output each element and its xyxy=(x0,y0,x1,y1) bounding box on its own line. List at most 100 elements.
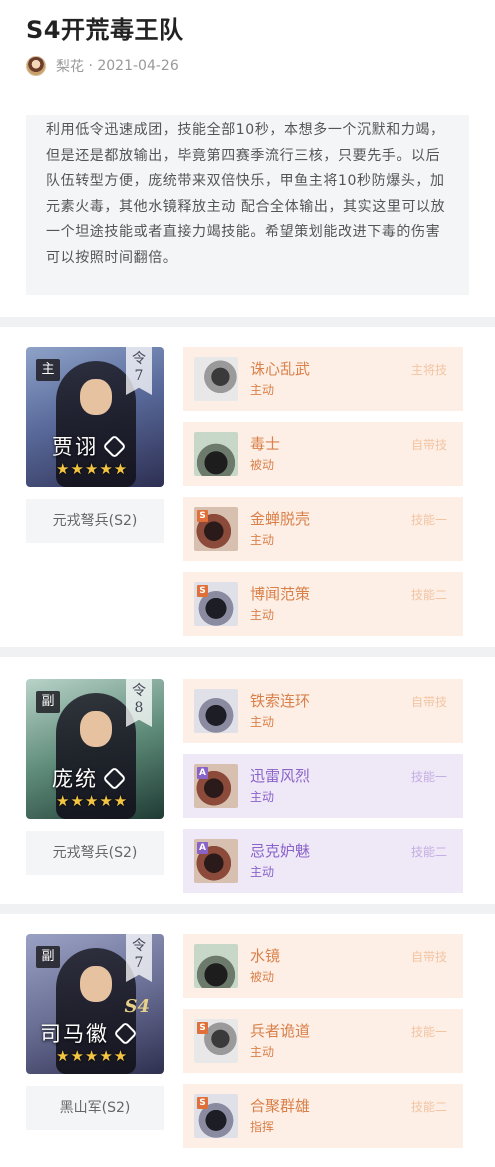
skill-slot-tag: 技能二 xyxy=(410,845,447,859)
skill-item[interactable]: 毒士 被动 自带技 xyxy=(183,422,463,486)
skill-type: 被动 xyxy=(250,458,275,472)
star-rating: ★★★★★ xyxy=(56,460,129,478)
author-name[interactable]: 梨花 xyxy=(56,56,84,76)
deception-icon: S xyxy=(194,1019,238,1063)
role-badge: 主 xyxy=(36,359,60,381)
army-type: 元戎弩兵(S2) xyxy=(26,499,164,543)
skill-slot-tag: 主将技 xyxy=(410,363,447,377)
team-member-simahui: 副 令 7 S4 司马徽 ★★★★★ 黑山军(S2) 水镜被动 自带技 S 兵者… xyxy=(0,934,495,1159)
command-cost-ribbon: 令 7 xyxy=(126,347,152,395)
skill-type: 主动 xyxy=(250,533,275,547)
faction-icon xyxy=(102,433,127,459)
skill-type: 主动 xyxy=(250,790,275,804)
skill-slot-tag: 自带技 xyxy=(410,950,447,964)
faction-icon xyxy=(113,1020,138,1046)
skill-slot-tag: 技能一 xyxy=(410,1025,447,1039)
skill-slot-tag: 技能一 xyxy=(410,770,447,784)
cicada-icon: S xyxy=(194,507,238,551)
team-member-pangtong: 副 令 8 庞统 ★★★★★ 元戎弩兵(S2) 铁索连环 主动 自带技 A 迅雷风… xyxy=(0,679,495,904)
skill-type: 主动 xyxy=(250,1045,275,1059)
team-description: 利用低令迅速成团，技能全部10秒，本想多一个沉默和力竭，但是还是都放输出，毕竟第… xyxy=(26,115,469,295)
grade-badge: S xyxy=(197,1022,208,1034)
season-tag: S4 xyxy=(124,996,150,1017)
hero-name: 庞统 xyxy=(52,763,127,793)
hero-card[interactable]: 副 令 8 庞统 ★★★★★ xyxy=(26,679,164,819)
skill-type: 主动 xyxy=(250,608,275,622)
thunder-icon: A xyxy=(194,764,238,808)
skill-name: 金蝉脱壳 xyxy=(250,510,311,528)
command-cost-value: 7 xyxy=(134,955,144,971)
gather-heroes-icon: S xyxy=(194,1094,238,1138)
section-divider xyxy=(0,317,495,327)
article-header: S4开荒毒王队 梨花 · 2021-04-26 xyxy=(0,0,495,95)
section-divider xyxy=(0,647,495,657)
skill-list: 铁索连环 主动 自带技 A 迅雷风烈 主动 技能一 A 忌克妒魅 主动 技能二 xyxy=(183,679,463,904)
hero-column: 副 令 7 S4 司马徽 ★★★★★ 黑山军(S2) xyxy=(26,934,164,1159)
skill-name: 忌克妒魅 xyxy=(250,842,311,860)
skill-slot-tag: 自带技 xyxy=(410,695,447,709)
command-cost-ribbon: 令 7 xyxy=(126,934,152,982)
grade-badge: S xyxy=(197,585,208,597)
command-cost-value: 7 xyxy=(134,368,144,384)
command-cost-ribbon: 令 8 xyxy=(126,679,152,727)
skill-item[interactable]: 诛心乱武主动 主将技 xyxy=(183,347,463,411)
role-badge: 副 xyxy=(36,946,60,968)
command-cost-label: 令 xyxy=(132,938,146,954)
hero-name: 贾诩 xyxy=(52,431,127,461)
skill-item[interactable]: A 忌克妒魅 主动 技能二 xyxy=(183,829,463,893)
hero-card[interactable]: 副 令 7 S4 司马徽 ★★★★★ xyxy=(26,934,164,1074)
jealousy-icon: A xyxy=(194,839,238,883)
hero-name-text: 庞统 xyxy=(52,767,98,791)
faction-icon xyxy=(102,765,127,791)
skill-name: 合聚群雄 xyxy=(250,1097,311,1115)
skill-name: 毒士 xyxy=(250,435,281,453)
skill-type: 主动 xyxy=(250,715,275,729)
star-rating: ★★★★★ xyxy=(56,792,129,810)
skill-type: 主动 xyxy=(250,383,275,397)
publish-date: 2021-04-26 xyxy=(97,58,179,74)
skill-name: 兵者诡道 xyxy=(250,1022,311,1040)
scroll-icon: S xyxy=(194,582,238,626)
skill-list: 诛心乱武 主动 主将技 毒士 被动 自带技 S 金蝉脱壳 主动 技能一 S 博闻范策主… xyxy=(183,347,463,647)
skill-item[interactable]: S 合聚群雄 指挥 技能二 xyxy=(183,1084,463,1148)
hero-card[interactable]: 主 令 7 贾诩 ★★★★★ xyxy=(26,347,164,487)
skill-item[interactable]: S 兵者诡道主动 技能一 xyxy=(183,1009,463,1073)
hero-name-text: 司马徽 xyxy=(40,1022,109,1046)
command-cost-value: 8 xyxy=(134,700,144,716)
meta-separator: · xyxy=(84,58,98,74)
hero-column: 副 令 8 庞统 ★★★★★ 元戎弩兵(S2) xyxy=(26,679,164,904)
team-member-jiaxu: 主 令 7 贾诩 ★★★★★ 元戎弩兵(S2) 诛心乱武 主动 主将技 毒士 被动 … xyxy=(0,347,495,647)
army-type: 黑山军(S2) xyxy=(26,1086,164,1130)
grade-badge: A xyxy=(197,842,208,854)
skill-slot-tag: 技能二 xyxy=(410,588,447,602)
skill-name: 迅雷风烈 xyxy=(250,767,311,785)
author-meta: 梨花 · 2021-04-26 xyxy=(26,56,469,76)
command-cost-label: 令 xyxy=(132,683,146,699)
skill-type: 被动 xyxy=(250,970,275,984)
army-type: 元戎弩兵(S2) xyxy=(26,831,164,875)
skill-name: 水镜 xyxy=(250,947,281,965)
chain-icon xyxy=(194,689,238,733)
skill-name: 诛心乱武 xyxy=(250,360,311,378)
skill-item[interactable]: S 金蝉脱壳主动 技能一 xyxy=(183,497,463,561)
role-badge: 副 xyxy=(36,691,60,713)
hero-name-text: 贾诩 xyxy=(52,435,98,459)
skill-type: 指挥 xyxy=(250,1120,275,1134)
hero-name: 司马徽 xyxy=(40,1018,138,1048)
skill-item[interactable]: 水镜被动 自带技 xyxy=(183,934,463,998)
star-rating: ★★★★★ xyxy=(56,1047,129,1065)
skill-item[interactable]: A 迅雷风烈主动 技能一 xyxy=(183,754,463,818)
chaos-icon xyxy=(194,357,238,401)
hero-column: 主 令 7 贾诩 ★★★★★ 元戎弩兵(S2) xyxy=(26,347,164,647)
skill-slot-tag: 技能一 xyxy=(410,513,447,527)
skill-item[interactable]: 铁索连环 主动 自带技 xyxy=(183,679,463,743)
author-avatar[interactable] xyxy=(26,56,46,76)
grade-badge: A xyxy=(197,767,208,779)
skill-name: 博闻范策 xyxy=(250,585,311,603)
water-mirror-icon xyxy=(194,944,238,988)
skill-list: 水镜 被动 自带技 S 兵者诡道 主动 技能一 S 合聚群雄 指挥 技能二 xyxy=(183,934,463,1159)
grade-badge: S xyxy=(197,1097,208,1109)
section-divider xyxy=(0,904,495,914)
skill-item[interactable]: S 博闻范策主动 技能二 xyxy=(183,572,463,636)
poison-scholar-icon xyxy=(194,432,238,476)
